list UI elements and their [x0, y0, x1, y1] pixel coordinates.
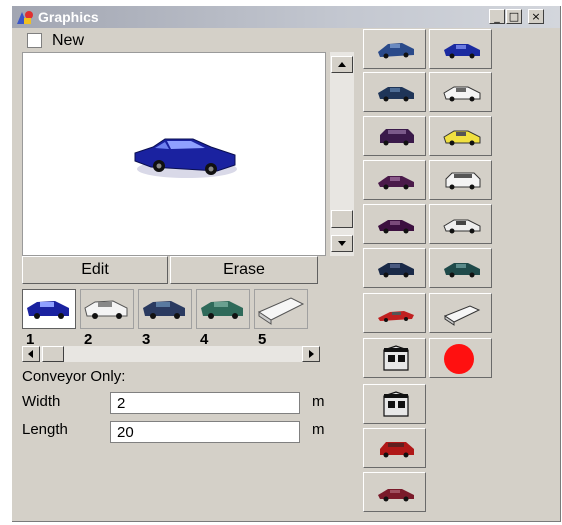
white-trailer-icon: [443, 305, 481, 326]
arrow-right-icon: [309, 350, 314, 358]
white-car-icon: [84, 300, 128, 319]
palette-tile-green-car[interactable]: [429, 248, 492, 288]
width-input[interactable]: [110, 392, 300, 414]
scroll-right-button[interactable]: [302, 346, 320, 362]
minimize-button[interactable]: _: [489, 9, 505, 24]
graphic-preview: [22, 52, 326, 256]
navy-car-icon: [378, 263, 414, 278]
palette-tile-purple-car[interactable]: [363, 160, 426, 200]
close-button[interactable]: ×: [528, 9, 544, 24]
length-label: Length: [22, 421, 68, 438]
scroll-up-button[interactable]: [331, 56, 353, 73]
blue-car-icon: [378, 43, 414, 59]
edit-button[interactable]: Edit: [22, 256, 168, 284]
palette-tile-red-suv[interactable]: [363, 428, 426, 468]
purple-car-icon: [378, 176, 414, 190]
palette-tile-booth[interactable]: [363, 338, 426, 378]
new-checkbox-label: New: [52, 32, 85, 49]
palette-tile-blue-car-2[interactable]: [429, 29, 492, 69]
red-circle-icon: [444, 344, 474, 374]
white-van-icon: [445, 172, 481, 190]
palette-tile-white-sedan[interactable]: [429, 204, 492, 244]
palette-tile-white-van[interactable]: [429, 160, 492, 200]
blue-sedan-icon: [27, 301, 69, 319]
dark-blue-car-icon: [378, 87, 414, 102]
thumbnail-3[interactable]: [138, 289, 192, 329]
palette-tile-dark-blue-car[interactable]: [363, 72, 426, 112]
scroll-left-button[interactable]: [22, 346, 40, 362]
white-car-icon: [443, 86, 481, 102]
thumbnail-4[interactable]: [196, 289, 250, 329]
booth-icon: [383, 391, 409, 417]
arrow-left-icon: [28, 350, 33, 358]
width-label: Width: [22, 393, 61, 410]
thumbnail-scrollbar[interactable]: [22, 346, 320, 362]
yellow-car-icon: [443, 130, 481, 146]
palette-tile-red-circle[interactable]: [429, 338, 492, 378]
palette-tile-navy-car[interactable]: [363, 248, 426, 288]
arrow-down-icon: [338, 241, 346, 246]
blue-car-icon: [444, 44, 480, 59]
thumbnail-5[interactable]: [254, 289, 308, 329]
window-title: Graphics: [38, 9, 99, 25]
new-checkbox[interactable]: [27, 33, 42, 48]
palette-tile-purple-van[interactable]: [363, 116, 426, 156]
white-sedan-icon: [443, 219, 481, 234]
purple-sedan-icon: [378, 220, 414, 234]
dark-blue-car-icon: [143, 301, 185, 319]
palette-tile-purple-sedan[interactable]: [363, 204, 426, 244]
palette-tile-white-car[interactable]: [429, 72, 492, 112]
palette-tile-yellow-car[interactable]: [429, 116, 492, 156]
arrow-up-icon: [338, 62, 346, 67]
title-bar[interactable]: Graphics _ □ ×: [12, 6, 560, 28]
graphics-app-icon: [17, 11, 33, 24]
white-trailer-icon: [257, 297, 305, 325]
erase-button[interactable]: Erase: [170, 256, 318, 284]
graphics-window: Graphics _ □ × New Edit Erase 1 2 3 4 5 …: [12, 6, 561, 522]
scroll-thumb[interactable]: [331, 210, 353, 228]
palette-tile-maroon-car[interactable]: [363, 472, 426, 512]
red-suv-icon: [380, 442, 414, 458]
palette-tile-booth-2[interactable]: [363, 384, 426, 424]
booth-icon: [383, 345, 409, 371]
maximize-button[interactable]: □: [506, 9, 522, 24]
green-car-icon: [201, 301, 243, 319]
palette-tile-blue-car[interactable]: [363, 29, 426, 69]
blue-sedan-icon: [134, 138, 237, 178]
scroll-down-button[interactable]: [331, 235, 353, 252]
thumbnail-1[interactable]: [22, 289, 76, 329]
green-car-icon: [444, 263, 480, 278]
maroon-car-icon: [378, 489, 414, 502]
purple-van-icon: [380, 129, 414, 146]
palette-tile-red-sports-car[interactable]: [363, 293, 426, 333]
thumbnail-2[interactable]: [80, 289, 134, 329]
preview-scrollbar[interactable]: [330, 52, 354, 256]
palette-tile-white-trailer[interactable]: [429, 293, 492, 333]
width-unit: m: [312, 393, 325, 410]
length-input[interactable]: [110, 421, 300, 443]
conveyor-heading: Conveyor Only:: [22, 368, 126, 385]
red-sports-car-icon: [378, 311, 414, 322]
length-unit: m: [312, 421, 325, 438]
scroll-thumb[interactable]: [42, 346, 64, 362]
